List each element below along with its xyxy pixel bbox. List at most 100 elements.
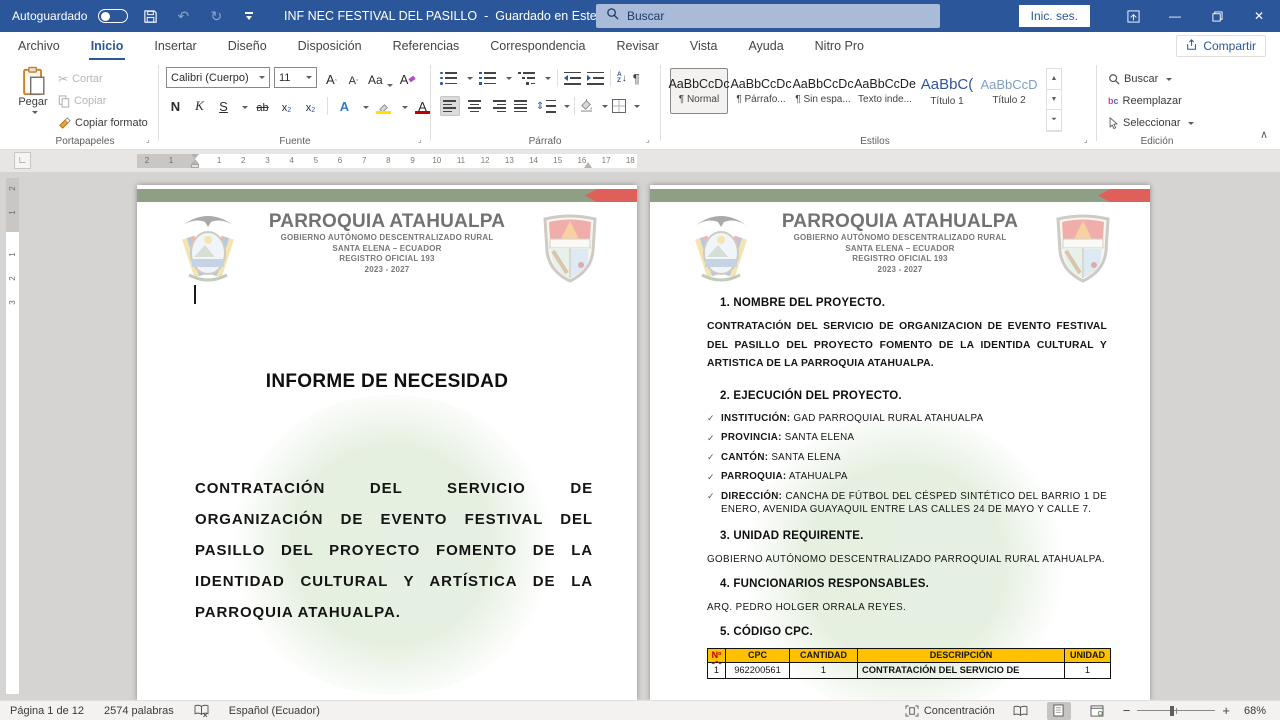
clipboard-dialog-launcher-icon[interactable]: ⌟ <box>146 136 156 146</box>
read-mode-icon[interactable] <box>1009 702 1033 720</box>
font-name-combo[interactable]: Calibri (Cuerpo) <box>166 67 270 88</box>
styles-scroll-up-icon[interactable]: ▲ <box>1047 69 1061 90</box>
select-dropdown-icon[interactable] <box>1188 122 1194 125</box>
replace-button[interactable]: bc Reemplazar <box>1108 90 1194 112</box>
pilcrow-icon[interactable]: ¶ <box>633 71 640 86</box>
line-spacing-dropdown-icon[interactable] <box>564 105 570 108</box>
subscript-button[interactable]: x2 <box>277 94 296 115</box>
shading-icon[interactable] <box>579 98 594 115</box>
clear-formatting-button[interactable]: A <box>398 67 418 88</box>
style-sin-espaciado[interactable]: AaBbCcDc ¶ Sin espa... <box>794 68 852 114</box>
borders-icon[interactable] <box>612 99 626 113</box>
tab-nitro-pro[interactable]: Nitro Pro <box>813 32 866 60</box>
font-dialog-launcher-icon[interactable]: ⌟ <box>418 136 428 146</box>
tab-referencias[interactable]: Referencias <box>391 32 462 60</box>
highlight-button[interactable] <box>374 94 393 115</box>
change-case-button[interactable]: Aa <box>366 67 395 88</box>
align-left-button[interactable] <box>440 96 460 116</box>
text-effects-dropdown-icon[interactable] <box>363 106 369 109</box>
font-size-combo[interactable]: 11 <box>274 67 317 88</box>
multilevel-list-icon[interactable] <box>518 72 535 85</box>
styles-more-icon[interactable]: ⏷ <box>1047 110 1061 131</box>
align-center-button[interactable] <box>464 96 484 116</box>
autosave-toggle[interactable] <box>98 9 128 23</box>
language[interactable]: Español (Ecuador) <box>229 705 320 717</box>
multilevel-dropdown-icon[interactable] <box>545 77 551 80</box>
search-input[interactable] <box>627 9 907 23</box>
ribbon-display-options-icon[interactable] <box>1112 0 1154 32</box>
find-button[interactable]: Buscar <box>1108 68 1194 90</box>
styles-scroll-down-icon[interactable]: ▼ <box>1047 90 1061 111</box>
increase-indent-icon[interactable] <box>587 72 604 85</box>
find-dropdown-icon[interactable] <box>1166 78 1172 81</box>
zoom-in-button[interactable]: + <box>1222 703 1230 718</box>
shading-dropdown-icon[interactable] <box>602 105 608 108</box>
indent-marker[interactable] <box>189 154 201 168</box>
shrink-font-button[interactable]: Aˇ <box>344 67 363 88</box>
bullets-icon[interactable] <box>440 72 457 85</box>
tab-correspondencia[interactable]: Correspondencia <box>488 32 587 60</box>
proofing-icon[interactable] <box>194 704 209 717</box>
zoom-level[interactable]: 68% <box>1244 705 1266 717</box>
redo-icon[interactable]: ↻ <box>205 5 227 27</box>
tab-inicio[interactable]: Inicio <box>89 32 126 60</box>
text-effects-button[interactable]: A <box>335 94 354 115</box>
line-spacing-icon[interactable]: ⇕ <box>536 100 556 113</box>
tab-disposicion[interactable]: Disposición <box>296 32 364 60</box>
style-texto-independiente[interactable]: AaBbCcDe Texto inde... <box>856 68 914 114</box>
share-button[interactable]: Compartir <box>1176 35 1266 57</box>
tab-revisar[interactable]: Revisar <box>614 32 660 60</box>
customize-toolbar-icon[interactable] <box>238 5 260 27</box>
strikethrough-button[interactable]: ab <box>253 94 272 115</box>
undo-icon[interactable]: ↶ <box>172 5 194 27</box>
document-area[interactable]: 2 1 1 2 3 <box>0 172 1280 700</box>
decrease-indent-icon[interactable] <box>564 72 581 85</box>
sign-in-button[interactable]: Inic. ses. <box>1019 5 1090 27</box>
borders-dropdown-icon[interactable] <box>634 105 640 108</box>
vertical-ruler[interactable]: 2 1 1 2 3 <box>6 178 19 694</box>
select-button[interactable]: Seleccionar <box>1108 112 1194 134</box>
word-count[interactable]: 2574 palabras <box>104 705 174 717</box>
sort-icon[interactable]: AZ ↓ <box>617 72 627 85</box>
superscript-button[interactable]: x2 <box>301 94 320 115</box>
tab-ayuda[interactable]: Ayuda <box>746 32 785 60</box>
tab-diseno[interactable]: Diseño <box>226 32 269 60</box>
italic-button[interactable]: K <box>190 94 209 115</box>
align-right-button[interactable] <box>488 96 508 116</box>
paste-button[interactable]: Pegar <box>10 66 56 114</box>
tab-archivo[interactable]: Archivo <box>16 32 62 60</box>
numbering-dropdown-icon[interactable] <box>506 77 512 80</box>
search-box[interactable] <box>596 4 940 28</box>
styles-dialog-launcher-icon[interactable]: ⌟ <box>1084 136 1094 146</box>
paragraph-dialog-launcher-icon[interactable]: ⌟ <box>646 136 656 146</box>
bullets-dropdown-icon[interactable] <box>467 77 473 80</box>
minimize-button[interactable]: — <box>1154 0 1196 32</box>
zoom-out-button[interactable]: − <box>1123 703 1131 718</box>
cut-button[interactable]: ✂ Cortar <box>58 68 148 90</box>
tab-insertar[interactable]: Insertar <box>152 32 198 60</box>
restore-button[interactable] <box>1196 0 1238 32</box>
page-2[interactable]: PARROQUIA ATAHUALPA GOBIERNO AUTÓNOMO DE… <box>650 185 1150 700</box>
justify-button[interactable] <box>512 96 532 116</box>
highlight-dropdown-icon[interactable] <box>402 106 408 109</box>
underline-button[interactable]: S <box>214 94 233 115</box>
tab-vista[interactable]: Vista <box>688 32 720 60</box>
save-icon[interactable] <box>139 5 161 27</box>
style-titulo-2[interactable]: AaBbCcD Título 2 <box>980 68 1038 114</box>
print-layout-icon[interactable] <box>1047 702 1071 720</box>
grow-font-button[interactable]: Aˆ <box>322 67 341 88</box>
style-titulo-1[interactable]: AaBbC( Título 1 <box>918 68 976 114</box>
paste-dropdown-icon[interactable] <box>32 111 38 114</box>
zoom-slider[interactable] <box>1137 705 1215 717</box>
web-layout-icon[interactable] <box>1085 702 1109 720</box>
document-title[interactable]: INF NEC FESTIVAL DEL PASILLO - Guardado … <box>284 0 631 32</box>
style-parrafo[interactable]: AaBbCcDc ¶ Párrafo... <box>732 68 790 114</box>
page-1[interactable]: PARROQUIA ATAHUALPA GOBIERNO AUTÓNOMO DE… <box>137 185 637 700</box>
close-button[interactable]: ✕ <box>1238 0 1280 32</box>
numbering-icon[interactable] <box>479 72 496 85</box>
style-normal[interactable]: AaBbCcDc ¶ Normal <box>670 68 728 114</box>
copy-button[interactable]: Copiar <box>58 90 148 112</box>
collapse-ribbon-icon[interactable]: ∧ <box>1260 128 1268 141</box>
horizontal-ruler[interactable]: 2 1 123456789101112131415161718 <box>137 154 637 168</box>
format-painter-button[interactable]: Copiar formato <box>58 112 148 134</box>
